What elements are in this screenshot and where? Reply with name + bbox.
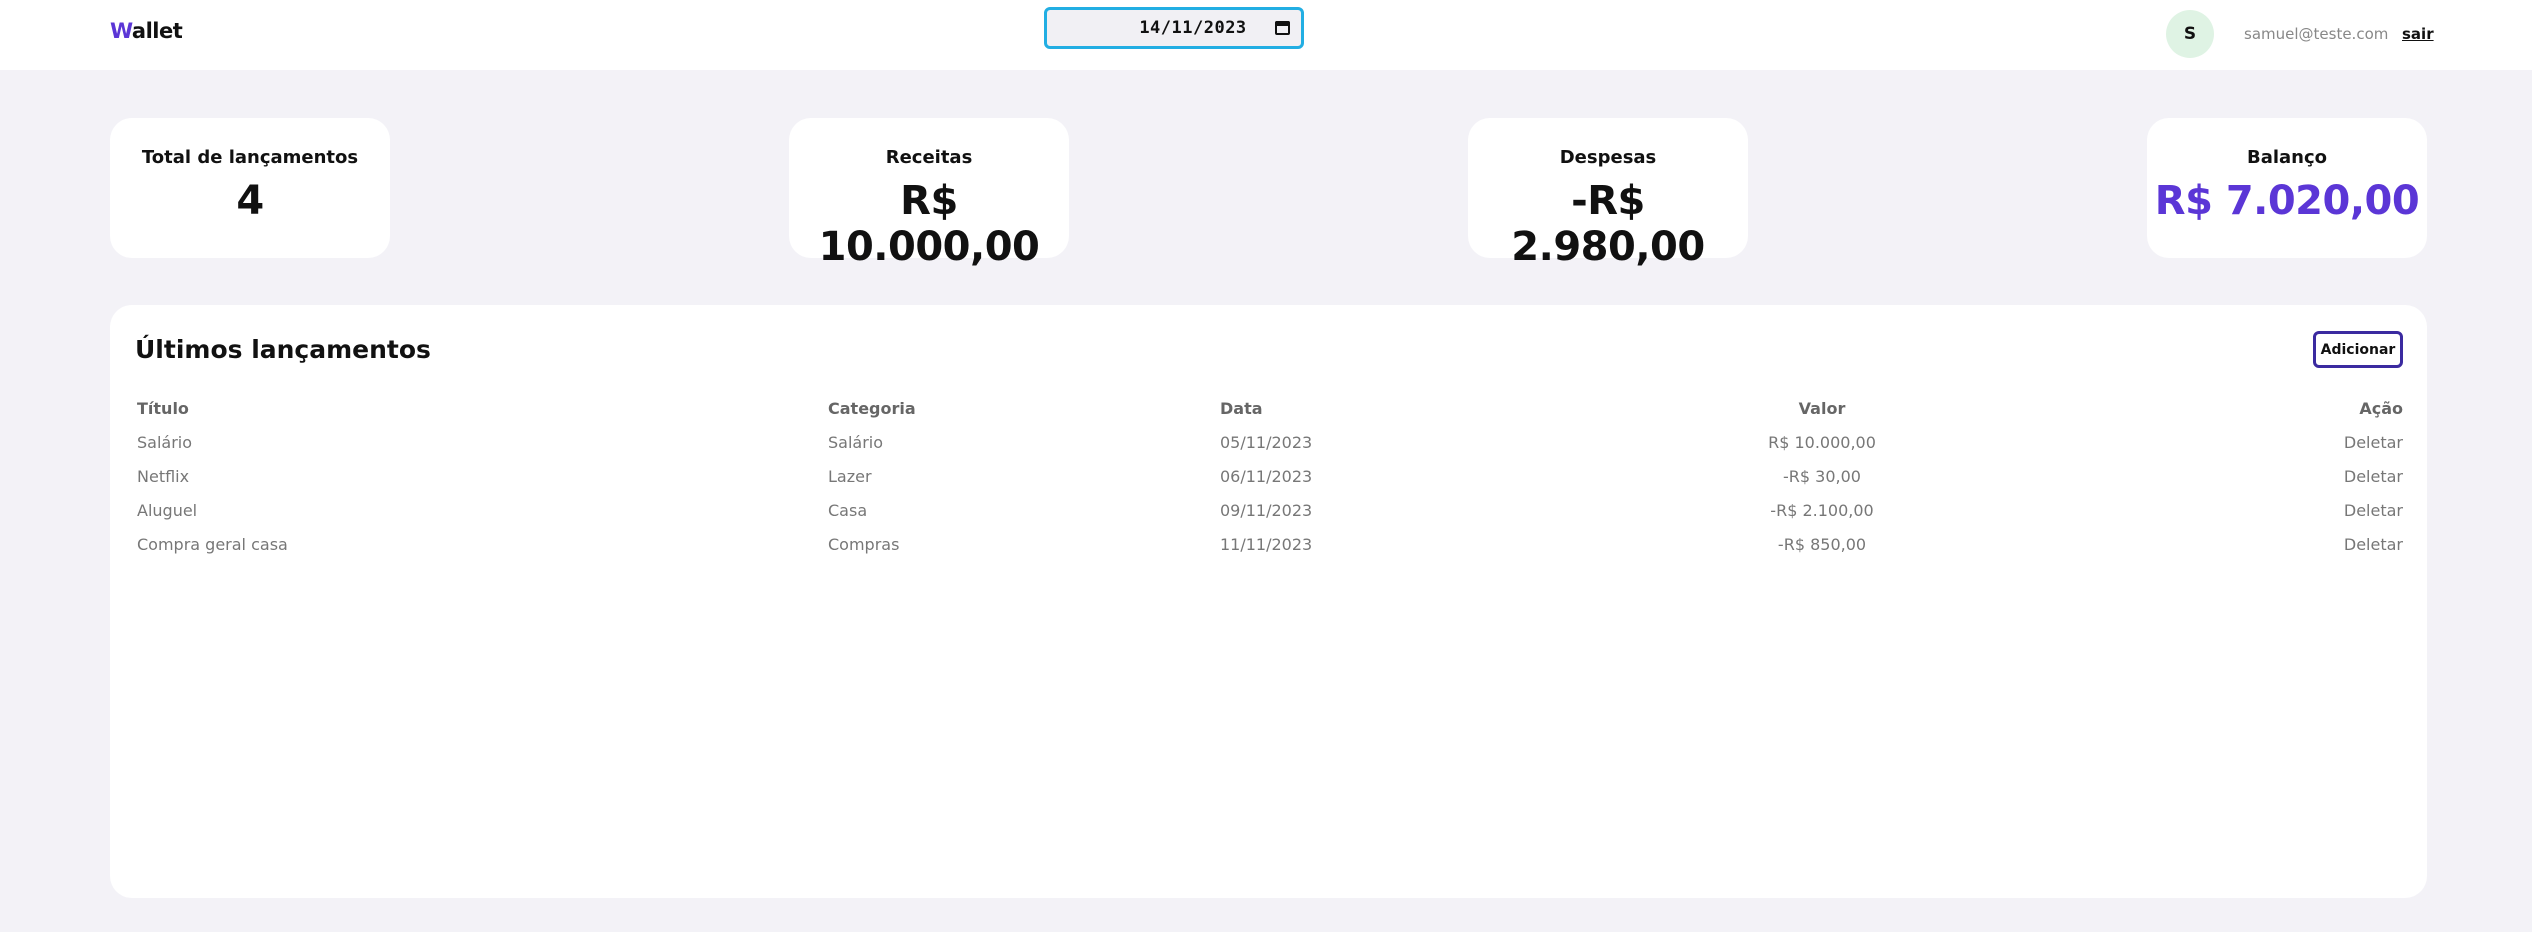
- entry-category: Compras: [828, 535, 900, 554]
- total-entries-card: Total de lançamentos 4: [110, 118, 390, 258]
- entry-category: Lazer: [828, 467, 872, 486]
- entry-category: Salário: [828, 433, 884, 452]
- balance-card: Balanço R$ 7.020,00: [2147, 118, 2427, 258]
- entry-title: Aluguel: [137, 501, 198, 520]
- column-header-action: Ação: [2359, 399, 2403, 418]
- table-row: Compra geral casa Compras 11/11/2023 -R$…: [137, 529, 2403, 563]
- user-email: samuel@teste.com: [2244, 25, 2389, 43]
- logo-w-letter: W: [110, 19, 132, 43]
- column-header-value: Valor: [1798, 399, 1846, 418]
- expenses-label: Despesas: [1559, 147, 1657, 168]
- entry-title: Netflix: [137, 467, 190, 486]
- balance-value: R$ 7.020,00: [2154, 178, 2420, 224]
- table-row: Netflix Lazer 06/11/2023 -R$ 30,00 Delet…: [137, 461, 2403, 495]
- entry-date: 05/11/2023: [1220, 433, 1313, 452]
- balance-label: Balanço: [2246, 147, 2328, 168]
- total-entries-value: 4: [236, 178, 264, 224]
- entry-title: Salário: [137, 433, 193, 452]
- entry-category: Casa: [828, 501, 868, 520]
- logo-text: allet: [131, 19, 183, 43]
- entry-value: -R$ 30,00: [1783, 467, 1861, 486]
- income-label: Receitas: [885, 147, 973, 168]
- entry-value: -R$ 2.100,00: [1770, 501, 1874, 520]
- delete-entry-button[interactable]: Deletar: [2344, 467, 2403, 486]
- income-value: R$ 10.000,00: [818, 178, 1040, 270]
- date-value: 14/11/2023: [1139, 18, 1247, 38]
- latest-entries-panel: Últimos lançamentos Adicionar Título Cat…: [110, 305, 2427, 898]
- user-avatar: S: [2166, 10, 2214, 58]
- wallet-logo[interactable]: Wallet: [110, 19, 183, 43]
- total-entries-label: Total de lançamentos: [141, 147, 359, 168]
- expenses-value: -R$ 2.980,00: [1511, 178, 1705, 270]
- income-card: Receitas R$ 10.000,00: [789, 118, 1069, 270]
- entry-value: R$ 10.000,00: [1768, 433, 1876, 452]
- delete-entry-button[interactable]: Deletar: [2344, 501, 2403, 520]
- latest-entries-title: Últimos lançamentos: [135, 335, 431, 364]
- table-header-row: Título Categoria Data Valor Ação: [137, 393, 2403, 427]
- logout-link[interactable]: sair: [2402, 25, 2434, 43]
- column-header-date: Data: [1220, 399, 1263, 418]
- entry-date: 09/11/2023: [1220, 501, 1313, 520]
- date-picker-input[interactable]: 14/11/2023: [1044, 7, 1304, 49]
- entry-date: 11/11/2023: [1220, 535, 1313, 554]
- entry-title: Compra geral casa: [137, 535, 288, 554]
- entry-value: -R$ 850,00: [1777, 535, 1867, 554]
- entry-date: 06/11/2023: [1220, 467, 1313, 486]
- table-row: Aluguel Casa 09/11/2023 -R$ 2.100,00 Del…: [137, 495, 2403, 529]
- calendar-icon[interactable]: [1275, 21, 1290, 35]
- delete-entry-button[interactable]: Deletar: [2344, 535, 2403, 554]
- column-header-category: Categoria: [828, 399, 916, 418]
- column-header-title: Título: [137, 399, 189, 418]
- table-row: Salário Salário 05/11/2023 R$ 10.000,00 …: [137, 427, 2403, 461]
- entries-table: Título Categoria Data Valor Ação Salário…: [137, 393, 2403, 563]
- add-entry-button[interactable]: Adicionar: [2313, 331, 2403, 368]
- delete-entry-button[interactable]: Deletar: [2344, 433, 2403, 452]
- expenses-card: Despesas -R$ 2.980,00: [1468, 118, 1748, 270]
- top-header: Wallet 14/11/2023 S samuel@teste.com sai…: [0, 0, 2532, 70]
